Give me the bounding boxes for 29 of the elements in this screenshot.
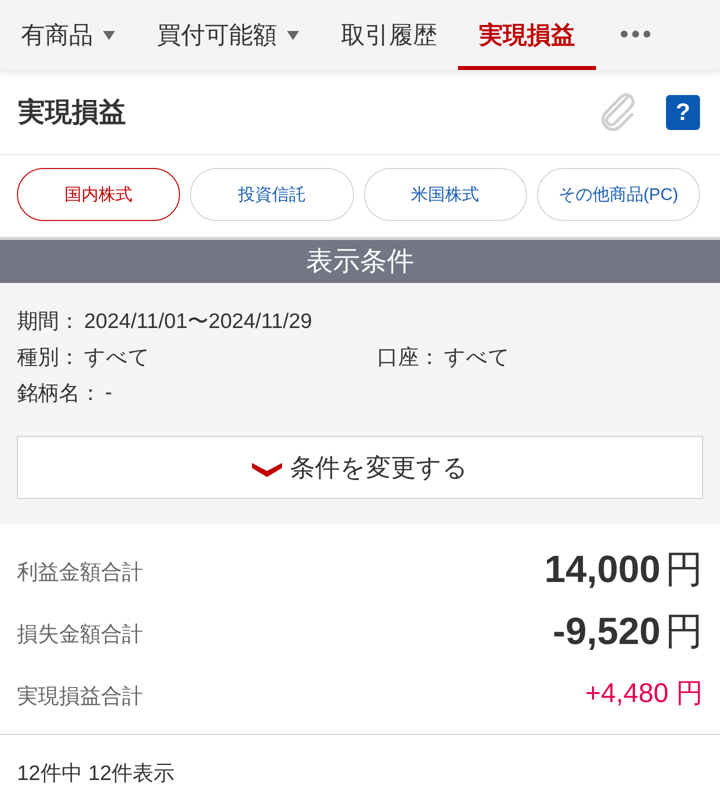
page-title: 実現損益 <box>18 96 127 129</box>
condition-label: 期間： <box>17 309 80 335</box>
category-tab[interactable]: 国内株式 <box>17 168 180 221</box>
nav-tab[interactable]: 買付可能額 <box>136 0 320 70</box>
condition-value: - <box>105 381 112 405</box>
nav-tab[interactable]: 有商品 <box>0 0 136 70</box>
condition-value: すべて <box>84 345 150 371</box>
condition-value: すべて <box>444 345 510 371</box>
category-tab[interactable]: その他商品(PC) <box>536 168 700 221</box>
category-tab[interactable]: 投資信託 <box>190 168 354 221</box>
change-conditions-button[interactable]: 条件を変更する <box>17 436 703 499</box>
total-label: 損失金額合計 <box>17 622 143 648</box>
category-tab[interactable]: 米国株式 <box>364 168 527 221</box>
total-amount: -9,520 円 <box>552 610 703 654</box>
condition-label: 種別： <box>17 345 80 371</box>
result-count: 12件中 12件表示 <box>17 762 175 785</box>
condition-label: 銘柄名： <box>17 381 101 407</box>
more-button[interactable]: ••• <box>612 21 662 49</box>
help-button[interactable]: ? <box>666 94 700 130</box>
total-label: 実現損益合計 <box>17 684 143 710</box>
nav-tab[interactable]: 実現損益 <box>458 0 596 70</box>
total-amount: 14,000 円 <box>544 548 703 592</box>
nav-tab[interactable]: 取引履歴 <box>320 0 458 70</box>
chevron-down-icon <box>252 462 282 476</box>
condition-value: 2024/11/01〜2024/11/29 <box>84 309 312 335</box>
section-header: 表示条件 <box>0 237 720 283</box>
total-label: 利益金額合計 <box>17 560 143 586</box>
condition-label: 口座： <box>377 345 440 371</box>
total-amount: +4,480 円 <box>585 677 703 710</box>
